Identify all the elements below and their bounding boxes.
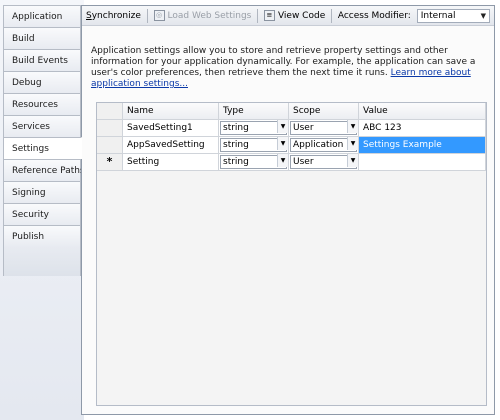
synchronize-label: Synchronize [86,10,141,21]
chevron-down-icon[interactable]: ▼ [277,154,288,167]
tab-strip-filler [3,246,81,276]
row-selector[interactable] [97,137,123,154]
tab-services[interactable]: Services [3,115,81,137]
project-tabs: Application Build Build Events Debug Res… [3,5,85,276]
chevron-down-icon[interactable]: ▼ [347,154,358,167]
load-web-settings-button[interactable]: ◎ Load Web Settings [153,10,252,21]
settings-panel: Synchronize ◎ Load Web Settings ≡ View C… [81,5,495,415]
access-modifier-value: Internal [420,10,456,21]
access-modifier-label: Access Modifier: [337,10,411,21]
synchronize-button[interactable]: Synchronize [86,11,141,21]
chevron-down-icon: ▼ [480,11,487,20]
table-row: SavedSetting1 string ▼ User ▼ ABC 123 [97,120,486,137]
scope-combo[interactable]: User ▼ [289,154,359,171]
type-combo[interactable]: string ▼ [219,137,289,154]
new-row-marker[interactable]: * [97,154,123,171]
chevron-down-icon[interactable]: ▼ [277,120,288,133]
column-header-name[interactable]: Name [123,103,219,120]
setting-name-cell[interactable]: AppSavedSetting [123,137,219,154]
row-selector[interactable] [97,120,123,137]
setting-value-cell[interactable] [359,154,486,171]
table-row: * Setting string ▼ User ▼ [97,154,486,171]
tab-signing[interactable]: Signing [3,181,81,203]
type-combo[interactable]: string ▼ [219,154,289,171]
tab-security[interactable]: Security [3,203,81,225]
tab-publish[interactable]: Publish [3,225,81,247]
setting-name-cell[interactable]: Setting [123,154,219,171]
chevron-down-icon[interactable]: ▼ [347,137,358,150]
table-row: AppSavedSetting string ▼ Application ▼ S… [97,137,486,154]
setting-value-cell[interactable]: ABC 123 [359,120,486,137]
chevron-down-icon[interactable]: ▼ [347,120,358,133]
column-header-value[interactable]: Value [359,103,486,120]
tab-settings[interactable]: Settings [3,137,82,159]
globe-icon: ◎ [153,10,165,21]
settings-grid: Name Type Scope Value SavedSetting1 stri… [96,102,487,406]
row-header-corner [97,103,123,120]
column-header-type[interactable]: Type [219,103,289,120]
setting-name-cell[interactable]: SavedSetting1 [123,120,219,137]
settings-description: Application settings allow you to store … [91,46,485,90]
load-web-settings-label: Load Web Settings [167,10,252,21]
toolbar-separator [331,8,332,23]
scope-combo[interactable]: Application ▼ [289,137,359,154]
code-icon: ≡ [263,10,275,21]
chevron-down-icon[interactable]: ▼ [277,137,288,150]
toolbar-separator [257,8,258,23]
tab-build-events[interactable]: Build Events [3,49,81,71]
tab-application[interactable]: Application [3,5,81,27]
toolbar: Synchronize ◎ Load Web Settings ≡ View C… [82,6,494,26]
scope-combo[interactable]: User ▼ [289,120,359,137]
view-code-button[interactable]: ≡ View Code [263,10,326,21]
tab-resources[interactable]: Resources [3,93,81,115]
column-header-scope[interactable]: Scope [289,103,359,120]
tab-reference-paths[interactable]: Reference Paths [3,159,85,181]
grid-header-row: Name Type Scope Value [97,103,486,120]
setting-value-cell[interactable]: Settings Example [359,137,486,154]
tab-debug[interactable]: Debug [3,71,81,93]
view-code-label: View Code [277,10,326,21]
toolbar-separator [146,8,148,23]
access-modifier-dropdown[interactable]: Internal ▼ [416,8,491,23]
type-combo[interactable]: string ▼ [219,120,289,137]
tab-build[interactable]: Build [3,27,81,49]
